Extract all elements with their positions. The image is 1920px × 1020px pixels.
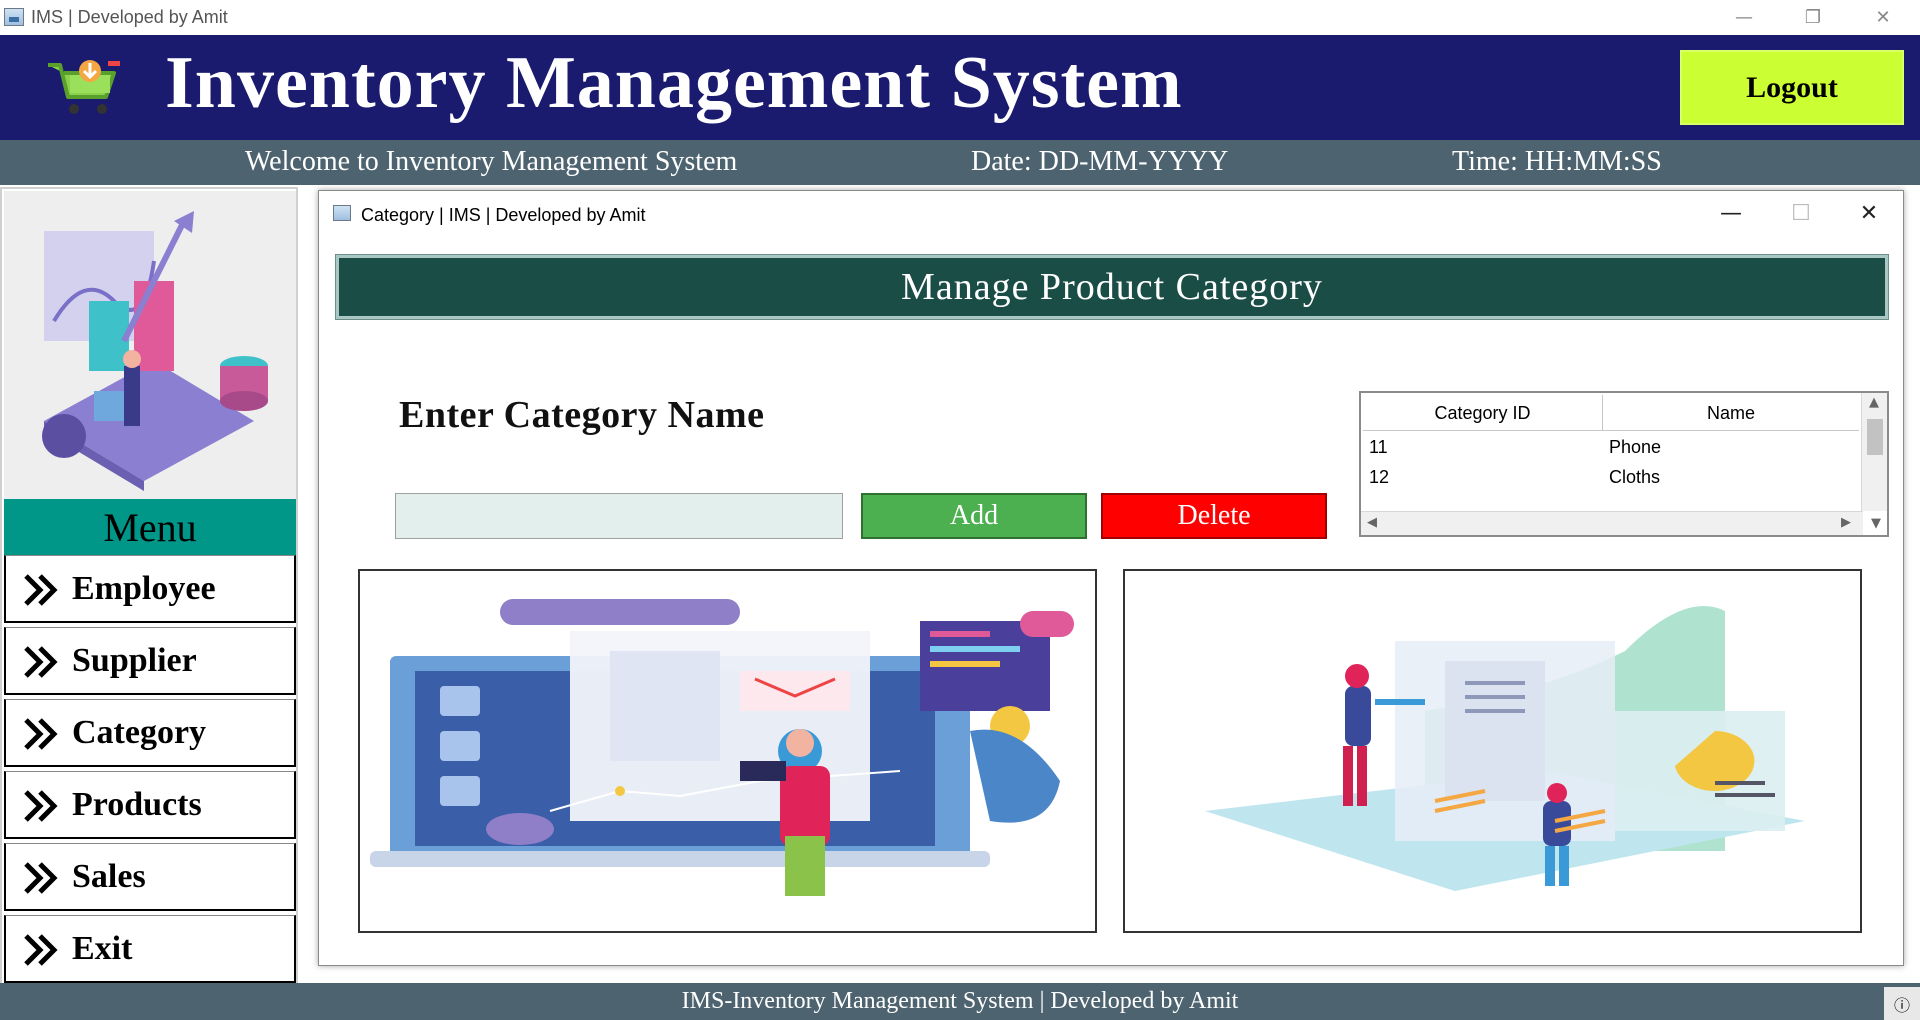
table-header: Category ID Name xyxy=(1363,395,1859,431)
welcome-text: Welcome to Inventory Management System xyxy=(245,146,738,177)
category-close-button[interactable]: ✕ xyxy=(1839,195,1899,231)
scroll-left-icon[interactable]: ◀ xyxy=(1367,515,1377,530)
vertical-scrollbar[interactable]: ▲ xyxy=(1861,393,1887,511)
cell-name: Phone xyxy=(1609,437,1662,457)
double-chevron-right-icon xyxy=(24,862,58,894)
menu-item-label: Category xyxy=(72,714,207,751)
analytics-illustration xyxy=(4,191,296,499)
menu-item-label: Products xyxy=(72,786,202,823)
window-titlebar: IMS | Developed by Amit — ❐ ✕ xyxy=(0,0,1920,35)
delete-button[interactable]: Delete xyxy=(1101,493,1327,539)
app-header: Inventory Management System Logout xyxy=(0,35,1920,140)
double-chevron-right-icon xyxy=(24,574,58,606)
menu-item-label: Sales xyxy=(72,858,146,895)
logout-button[interactable]: Logout xyxy=(1680,50,1904,125)
cell-category-id: 11 xyxy=(1369,437,1388,457)
category-name-input[interactable] xyxy=(395,493,843,539)
category-minimize-button[interactable]: — xyxy=(1701,195,1761,231)
double-chevron-right-icon xyxy=(24,718,58,750)
web-design-illustration xyxy=(360,571,1095,931)
category-illustration-left xyxy=(358,569,1097,933)
app-icon xyxy=(333,205,351,221)
app-icon xyxy=(4,8,24,26)
time-text: Time: HH:MM:SS xyxy=(1452,146,1662,177)
restore-button[interactable]: ❐ xyxy=(1778,0,1848,35)
scroll-up-icon[interactable]: ▲ xyxy=(1869,395,1879,410)
double-chevron-right-icon xyxy=(24,646,58,678)
add-button[interactable]: Add xyxy=(861,493,1087,539)
table-row[interactable]: 12 Cloths xyxy=(1363,463,1859,493)
data-analysis-illustration xyxy=(1125,571,1860,931)
table-row[interactable]: 11 Phone xyxy=(1363,433,1859,463)
category-window: Category | IMS | Developed by Amit — ☐ ✕… xyxy=(318,190,1904,966)
menu-item-supplier[interactable]: Supplier xyxy=(4,627,296,695)
info-icon[interactable]: ⓘ xyxy=(1884,987,1920,1020)
category-window-title: Category | IMS | Developed by Amit xyxy=(361,205,646,225)
double-chevron-right-icon xyxy=(24,790,58,822)
scroll-right-icon[interactable]: ▶ xyxy=(1841,515,1851,530)
date-text: Date: DD-MM-YYYY xyxy=(971,146,1229,177)
cell-category-id: 12 xyxy=(1369,467,1390,487)
menu-item-sales[interactable]: Sales xyxy=(4,843,296,911)
window-title: IMS | Developed by Amit xyxy=(31,7,228,27)
category-window-titlebar: Category | IMS | Developed by Amit — ☐ ✕ xyxy=(319,191,1903,233)
menu-item-exit[interactable]: Exit xyxy=(4,915,296,983)
category-name-label: Enter Category Name xyxy=(399,394,765,436)
menu-item-label: Employee xyxy=(72,570,216,607)
scrollbar-thumb[interactable] xyxy=(1867,419,1883,455)
menu-item-label: Exit xyxy=(72,930,133,967)
welcome-bar: Welcome to Inventory Management System D… xyxy=(0,140,1920,185)
cell-name: Cloths xyxy=(1609,467,1661,487)
left-menu-panel: Menu Employee Supplier Category Products… xyxy=(0,187,298,985)
menu-item-label: Supplier xyxy=(72,642,197,679)
scroll-down-icon[interactable]: ▼ xyxy=(1871,516,1881,531)
double-chevron-right-icon xyxy=(24,934,58,966)
minimize-button[interactable]: — xyxy=(1709,0,1779,35)
category-table[interactable]: Category ID Name 11 Phone 12 Cloths ▲ ◀ … xyxy=(1359,391,1889,537)
column-header-name[interactable]: Name xyxy=(1603,395,1859,431)
page-title: Manage Product Category xyxy=(335,254,1889,320)
menu-item-category[interactable]: Category xyxy=(4,699,296,767)
category-illustration-right xyxy=(1123,569,1862,933)
footer: IMS-Inventory Management System | Develo… xyxy=(0,983,1920,1020)
category-maximize-button[interactable]: ☐ xyxy=(1771,195,1831,231)
app-title: Inventory Management System xyxy=(165,42,1183,124)
close-button[interactable]: ✕ xyxy=(1848,0,1918,35)
menu-item-employee[interactable]: Employee xyxy=(4,555,296,623)
menu-header: Menu xyxy=(4,499,296,555)
cart-logo-icon xyxy=(48,60,120,114)
menu-item-products[interactable]: Products xyxy=(4,771,296,839)
horizontal-scrollbar[interactable]: ◀ ▶ xyxy=(1361,511,1863,535)
column-header-category-id[interactable]: Category ID xyxy=(1363,395,1603,431)
